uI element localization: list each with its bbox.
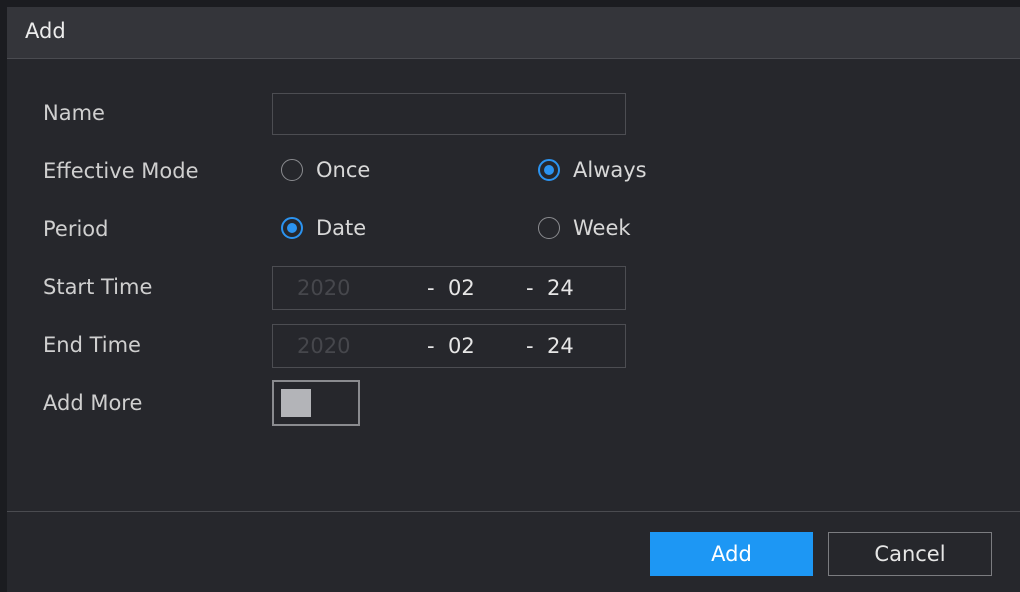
radio-checked-icon xyxy=(281,217,303,239)
effective-mode-label: Effective Mode xyxy=(43,159,199,183)
date-separator: - xyxy=(526,276,534,300)
add-dialog: Add Name Effective Mode Once Always Peri… xyxy=(7,7,1020,592)
radio-always-label: Always xyxy=(573,158,647,182)
radio-week-label: Week xyxy=(573,216,631,240)
cancel-button[interactable]: Cancel xyxy=(828,532,992,576)
add-more-toggle[interactable] xyxy=(272,380,360,426)
radio-week[interactable]: Week xyxy=(538,216,631,240)
name-field-box xyxy=(272,93,626,135)
start-month[interactable]: 02 xyxy=(448,276,475,300)
name-label: Name xyxy=(43,101,105,125)
footer-divider xyxy=(7,511,1020,512)
name-input[interactable] xyxy=(273,94,625,134)
period-label: Period xyxy=(43,217,109,241)
radio-once[interactable]: Once xyxy=(281,158,370,182)
start-year[interactable]: 2020 xyxy=(297,276,350,300)
start-time-label: Start Time xyxy=(43,275,153,299)
radio-date[interactable]: Date xyxy=(281,216,366,240)
add-button[interactable]: Add xyxy=(650,532,813,576)
dialog-title: Add xyxy=(25,19,66,43)
date-separator: - xyxy=(427,276,435,300)
end-time-label: End Time xyxy=(43,333,141,357)
date-separator: - xyxy=(427,334,435,358)
end-day[interactable]: 24 xyxy=(547,334,574,358)
dialog-titlebar: Add xyxy=(7,7,1020,59)
end-year[interactable]: 2020 xyxy=(297,334,350,358)
radio-date-label: Date xyxy=(316,216,367,240)
radio-once-label: Once xyxy=(316,158,371,182)
start-date-field[interactable]: 2020 - 02 - 24 xyxy=(272,266,626,310)
toggle-knob xyxy=(281,389,311,417)
radio-unchecked-icon xyxy=(281,159,303,181)
radio-checked-icon xyxy=(538,159,560,181)
end-date-field[interactable]: 2020 - 02 - 24 xyxy=(272,324,626,368)
start-day[interactable]: 24 xyxy=(547,276,574,300)
end-month[interactable]: 02 xyxy=(448,334,475,358)
radio-unchecked-icon xyxy=(538,217,560,239)
date-separator: - xyxy=(526,334,534,358)
add-more-label: Add More xyxy=(43,391,143,415)
radio-always[interactable]: Always xyxy=(538,158,647,182)
